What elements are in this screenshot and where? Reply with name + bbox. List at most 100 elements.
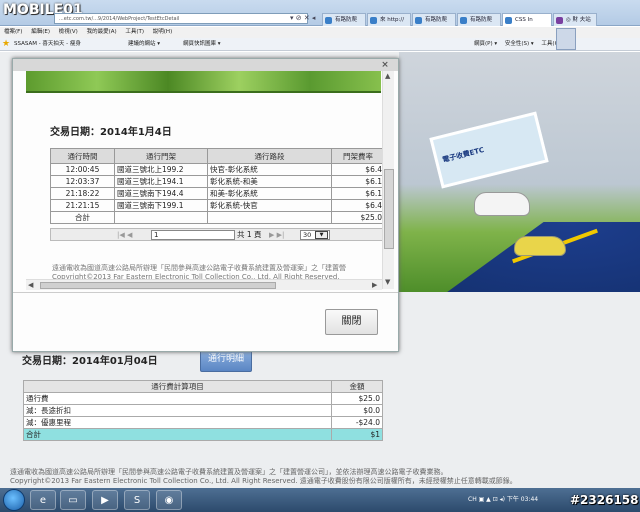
close-icon[interactable]: × (379, 60, 391, 71)
page-number-input[interactable]: 1 (151, 230, 235, 240)
calc-item: 合計 (23, 428, 332, 441)
page-footer: 遠通電收為國道高速公路局所辦理「民間參與高速公路電子收費系統建置及營運案」之「建… (10, 468, 570, 486)
browser-tab[interactable]: 有路防爬 (412, 13, 456, 26)
start-button[interactable] (3, 489, 25, 511)
cmd-page[interactable]: 網頁(P) ▾ (474, 41, 497, 47)
browser-titlebar: MOBILE01 ...etc.com.tw/...9/2014/WebProj… (0, 0, 640, 26)
table-row: 通行費 $25.0 (23, 392, 383, 405)
skype-icon[interactable]: S (124, 490, 150, 510)
cell-time: 21:18:22 (50, 187, 115, 200)
cell-gantry: 國道三號南下194.4 (114, 187, 208, 200)
calc-header: 通行費計算項目 (23, 380, 332, 393)
menu-help[interactable]: 說明(H) (153, 29, 172, 35)
menu-favorites[interactable]: 我的最愛(A) (87, 29, 117, 35)
scroll-thumb[interactable] (40, 282, 276, 289)
yellow-car-image (514, 236, 566, 256)
footer-text: 遠通電收為國道高速公路局所辦理「民間參與高速公路電子收費系統建置及營運案」之「建… (10, 468, 448, 476)
cell-empty (207, 211, 332, 224)
column-header[interactable]: 門架費率 (331, 148, 385, 164)
favorite-link[interactable]: 建議的網站 ▾ (128, 38, 160, 51)
footer-copyright: Copyright©2013 Far Eastern Electronic To… (10, 477, 517, 485)
cell-section: 彰化系統-和美 (207, 175, 332, 188)
close-button[interactable]: 關閉 (325, 309, 378, 335)
tab-favicon-icon (415, 17, 422, 24)
calc-item: 減：長途折扣 (23, 404, 332, 417)
menu-edit[interactable]: 編輯(E) (31, 29, 50, 35)
tab-favicon-icon (460, 17, 467, 24)
menu-view[interactable]: 檢視(V) (59, 29, 78, 35)
cell-rate: $6.1 (331, 175, 385, 188)
table-row-total: 合計 $25.0 (50, 211, 385, 224)
cell-gantry: 國道三號南下199.1 (114, 199, 208, 212)
scroll-left-icon[interactable]: ◀ (28, 281, 33, 289)
browser-tab[interactable]: 來 http:// (367, 13, 411, 26)
address-bar[interactable]: ...etc.com.tw/...9/2014/WebProject/TestE… (54, 13, 308, 24)
chevron-down-icon[interactable]: ▼ (315, 231, 328, 239)
scroll-right-icon[interactable]: ▶ (372, 281, 377, 289)
cell-total-value: $25.0 (331, 211, 385, 224)
favorite-link[interactable]: SSASAM - 喜天拍天 - 瘦身 (14, 38, 81, 51)
system-tray[interactable]: CH ▣ ▲ ⊡ ◂) 下午 03:44 (468, 490, 538, 510)
cell-total-label: 合計 (50, 211, 115, 224)
pager-first-prev[interactable]: |◀ ◀ (117, 231, 132, 239)
column-header[interactable]: 通行時間 (50, 148, 115, 164)
cell-section: 和美-彰化系統 (207, 187, 332, 200)
dialog-header (13, 59, 398, 71)
table-pager: |◀ ◀ 1 共 1 頁 ▶ ▶| 30 ▼ (50, 228, 385, 241)
cell-gantry: 國道三號北上199.2 (114, 163, 208, 176)
rows-per-page-select[interactable]: 30 ▼ (300, 230, 330, 240)
watermark: #2326158 (570, 493, 639, 507)
transaction-detail-dialog: × 交易日期：2014年1月4日 通行時間 通行門架 通行路段 門架費率 12:… (12, 58, 399, 352)
address-actions[interactable]: ▾ ⊘ ✕ ◂ (290, 13, 315, 23)
cell-rate: $6.4 (331, 199, 385, 212)
transactions-table: 通行時間 通行門架 通行路段 門架費率 12:00:45 國道三號北上199.2… (50, 148, 385, 224)
scroll-down-icon[interactable]: ▼ (385, 278, 390, 286)
table-row: 12:00:45 國道三號北上199.2 快官-彰化系統 $6.4 (50, 163, 385, 176)
tab-favicon-icon (370, 17, 377, 24)
fee-calc-table: 通行費計算項目 金額 通行費 $25.0 減：長途折扣 $0.0 減：優惠里程 … (23, 380, 383, 441)
tab-favicon-icon (505, 17, 512, 24)
calc-item: 減：優惠里程 (23, 416, 332, 429)
menu-bar: 檔案(F) 編輯(E) 檢視(V) 我的最愛(A) 工具(T) 說明(H) (0, 27, 640, 38)
page-count-label: 共 1 頁 (237, 230, 262, 239)
table-row-total: 合計 $1 (23, 428, 383, 441)
white-car-image (474, 192, 530, 216)
table-row: 21:21:15 國道三號南下199.1 彰化系統-快官 $6.4 (50, 199, 385, 212)
table-row: 21:18:22 國道三號南下194.4 和美-彰化系統 $6.1 (50, 187, 385, 200)
column-header[interactable]: 通行路段 (207, 148, 332, 164)
table-row: 12:03:37 國道三號北上194.1 彰化系統-和美 $6.1 (50, 175, 385, 188)
folder-icon[interactable]: ▭ (60, 490, 86, 510)
column-header[interactable]: 通行門架 (114, 148, 208, 164)
scroll-thumb[interactable] (384, 169, 394, 249)
table-row: 減：優惠里程 -$24.0 (23, 416, 383, 429)
dialog-divider (13, 292, 398, 293)
menu-file[interactable]: 檔案(F) (4, 29, 22, 35)
tab-favicon-icon (325, 17, 332, 24)
browser-tab[interactable]: 有路防爬 (322, 13, 366, 26)
app-icon[interactable]: ◉ (156, 490, 182, 510)
horizontal-scrollbar[interactable]: ◀ ▶ (26, 279, 382, 290)
calc-amount: $25.0 (331, 392, 383, 405)
media-player-icon[interactable]: ▶ (92, 490, 118, 510)
toolbar-popup-icon[interactable] (556, 28, 576, 50)
cell-section: 彰化系統-快官 (207, 199, 332, 212)
browser-tab[interactable]: ◎ 財 夫站 (553, 13, 597, 26)
vertical-scrollbar[interactable]: ▲ ▼ (382, 71, 394, 289)
browser-tab[interactable]: 有路防爬 (457, 13, 501, 26)
footer-text: 遠通電收為國道高速公路局所辦理「民間參與高速公路電子收費系統建置及營運案」之「建… (52, 264, 346, 272)
cell-time: 21:21:15 (50, 199, 115, 212)
pager-next-last[interactable]: ▶ ▶| (269, 231, 284, 239)
dialog-banner-image (26, 71, 381, 93)
ie-icon[interactable]: e (30, 490, 56, 510)
browser-tab-active[interactable]: CSS In (502, 13, 552, 26)
dialog-date-title: 交易日期：2014年1月4日 (50, 127, 172, 138)
scroll-up-icon[interactable]: ▲ (385, 72, 390, 80)
cell-empty (114, 211, 208, 224)
tab-favicon-icon (556, 17, 563, 24)
cmd-safety[interactable]: 安全性(S) ▾ (505, 41, 534, 47)
favorite-link[interactable]: 網頁快訊圖庫 ▾ (183, 38, 221, 51)
cell-section: 快官-彰化系統 (207, 163, 332, 176)
favorites-star-icon[interactable]: ★ (2, 38, 10, 51)
calc-amount: $0.0 (331, 404, 383, 417)
menu-tools[interactable]: 工具(T) (125, 29, 144, 35)
